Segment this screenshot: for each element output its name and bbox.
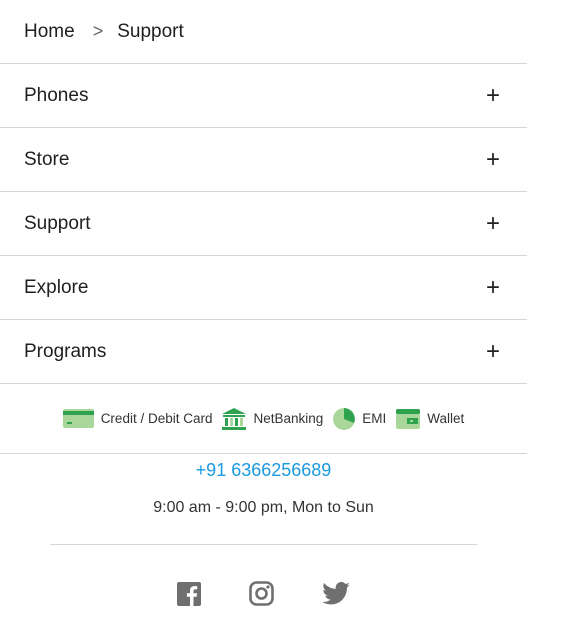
breadcrumb: Home > Support — [0, 0, 527, 64]
breadcrumb-home[interactable]: Home — [24, 21, 75, 43]
breadcrumb-current: Support — [117, 20, 184, 42]
payment-label: Wallet — [427, 411, 465, 426]
payment-label: EMI — [362, 411, 387, 426]
support-hours: 9:00 am - 9:00 pm, Mon to Sun — [153, 499, 374, 516]
accordion-explore[interactable]: Explore + — [0, 256, 527, 320]
plus-icon[interactable]: + — [483, 339, 503, 364]
accordion-label: Store — [24, 148, 70, 170]
accordion-programs[interactable]: Programs + — [0, 320, 527, 384]
accordion-label: Programs — [24, 340, 107, 362]
plus-icon[interactable]: + — [483, 147, 503, 172]
social-links — [0, 581, 527, 606]
breadcrumb-separator-icon: > — [92, 21, 104, 41]
accordion-label: Explore — [24, 276, 89, 298]
twitter-icon[interactable] — [322, 582, 350, 605]
payment-emi: EMI — [333, 407, 387, 430]
support-phone-link[interactable]: +91 6366256689 — [0, 460, 527, 481]
wallet-icon — [396, 408, 421, 429]
accordion-label: Phones — [24, 84, 89, 106]
plus-icon[interactable]: + — [483, 275, 503, 300]
payment-credit-debit-card: Credit / Debit Card — [62, 409, 213, 428]
instagram-icon[interactable] — [249, 581, 274, 606]
payment-netbanking: NetBanking — [222, 407, 324, 430]
accordion-phones[interactable]: Phones + — [0, 64, 527, 128]
facebook-icon[interactable] — [177, 581, 201, 606]
support-page: Home > Support Phones + Store + Support … — [0, 0, 571, 641]
pie-chart-icon — [333, 407, 356, 430]
accordion-store[interactable]: Store + — [0, 128, 527, 192]
payment-label: Credit / Debit Card — [100, 411, 213, 426]
footer-content: Home > Support Phones + Store + Support … — [0, 0, 527, 606]
payment-label: NetBanking — [253, 411, 324, 426]
bank-icon — [222, 407, 247, 430]
payment-methods: Credit / Debit Card NetBanking EMI Walle… — [0, 384, 527, 454]
accordion-support[interactable]: Support + — [0, 192, 527, 256]
plus-icon[interactable]: + — [483, 211, 503, 236]
credit-card-icon — [62, 409, 94, 428]
divider — [50, 544, 477, 545]
accordion-label: Support — [24, 212, 91, 234]
plus-icon[interactable]: + — [483, 83, 503, 108]
payment-wallet: Wallet — [396, 408, 465, 429]
